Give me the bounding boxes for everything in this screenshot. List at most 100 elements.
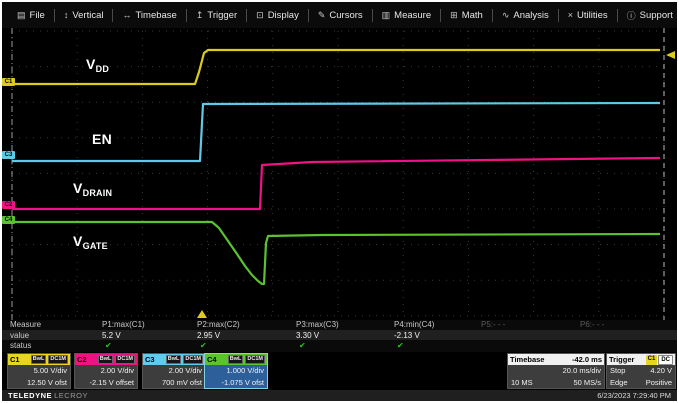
measure-param-1[interactable]: P1:max(C1) (102, 320, 145, 329)
channel-position-tab-c2[interactable]: C2 (2, 201, 15, 209)
menu-item-utilities[interactable]: ×Utilities (559, 10, 617, 21)
utilities-icon: × (568, 10, 573, 20)
menu-item-label: Support (640, 10, 673, 21)
oscilloscope-screenshot: ▤File↕Vertical↔Timebase↥Trigger⊡Display✎… (0, 0, 679, 403)
menu-item-label: Measure (394, 10, 431, 21)
brand-lecroy: LECROY (54, 391, 88, 400)
measure-value-4: -2.13 V (394, 331, 420, 340)
timebase-samples: 10 MS (511, 377, 533, 389)
cursors-icon: ✎ (318, 10, 326, 21)
channel-badge-bwl: BwL (98, 355, 114, 364)
analysis-icon: ∿ (502, 10, 510, 21)
menu-item-label: Math (462, 10, 483, 21)
timebase-icon: ↔ (122, 10, 131, 20)
trigger-level-marker[interactable] (666, 51, 675, 59)
channel-position-tab-c4[interactable]: C4 (2, 216, 15, 224)
trace-annotation-vgate: VGATE (73, 233, 108, 251)
timebase-header: Timebase -42.0 ms (508, 354, 604, 365)
trigger-time-marker[interactable] (197, 310, 207, 318)
measure-row-label-measure: Measure (10, 320, 41, 329)
measure-param-6[interactable]: P6:- - - (580, 320, 604, 329)
channel-position-tab-c3[interactable]: C3 (2, 151, 15, 159)
channel-descriptor-c2[interactable]: C2BwLDC1M2.00 V/div-2.15 V offset (74, 353, 138, 389)
menu-item-measure[interactable]: ▥Measure (373, 10, 440, 21)
datetime: 6/23/2023 7:29:40 PM (597, 391, 671, 400)
timebase-per-div: 20.0 ms/div (511, 365, 601, 377)
channel-id-label: C3 (145, 355, 164, 364)
channel-id-label: C4 (207, 355, 226, 364)
channel-id-label: C1 (10, 355, 29, 364)
channel-header-c1: C1BwLDC1M (8, 354, 70, 365)
trigger-icon: ↥ (196, 10, 204, 21)
menu-item-cursors[interactable]: ✎Cursors (309, 10, 372, 21)
channel-badge-bwl: BwL (228, 355, 244, 364)
menu-item-math[interactable]: ⊞Math (441, 10, 492, 21)
channel-badge-dc1m: DC1M (115, 355, 135, 364)
channel-offset: 700 mV ofst (146, 377, 202, 389)
status-bar: TELEDYNE LECROY 6/23/2023 7:29:40 PM (2, 390, 677, 401)
channel-offset: 12.50 V ofst (11, 377, 67, 389)
measure-value-1: 5.2 V (102, 331, 121, 340)
channel-header-c2: C2BwLDC1M (75, 354, 137, 365)
menu-item-analysis[interactable]: ∿Analysis (493, 10, 558, 21)
channel-badge-bwl: BwL (166, 355, 182, 364)
trigger-slope: Positive (646, 377, 672, 389)
trace-annotation-en: EN (92, 131, 112, 149)
measure-row-label-value: value (10, 331, 29, 340)
measure-param-4[interactable]: P4:min(C4) (394, 320, 434, 329)
scope-screen: ▤File↕Vertical↔Timebase↥Trigger⊡Display✎… (2, 2, 677, 401)
menu-item-vertical[interactable]: ↕Vertical (55, 10, 113, 21)
trigger-coupling-badge: DC (658, 355, 673, 365)
channel-volts-per-div: 1.000 V/div (208, 365, 264, 377)
measure-value-2: 2.95 V (197, 331, 220, 340)
trace-v_dd (12, 50, 660, 84)
channel-header-c3: C3BwLDC1M (143, 354, 205, 365)
trigger-type: Edge (610, 377, 628, 389)
channel-descriptor-c4[interactable]: C4BwLDC1M1.000 V/div-1.075 V ofst (204, 353, 268, 389)
support-icon: ⓘ (627, 9, 636, 22)
trigger-level: 4.20 V (650, 365, 672, 377)
trace-annotation-vdrain: VDRAIN (73, 180, 112, 198)
channel-offset: -2.15 V offset (78, 377, 134, 389)
timebase-rate: 50 MS/s (573, 377, 601, 389)
trace-annotation-vdd: VDD (86, 56, 109, 74)
measure-row-label-status: status (10, 341, 31, 350)
menu-item-file[interactable]: ▤File (8, 10, 54, 21)
channel-descriptor-c3[interactable]: C3BwLDC1M2.00 V/div700 mV ofst (142, 353, 206, 389)
descriptor-row: C1BwLDC1M5.00 V/div12.50 V ofstC2BwLDC1M… (2, 352, 677, 390)
menu-item-label: Cursors (329, 10, 362, 21)
timebase-delay: -42.0 ms (572, 355, 602, 364)
measure-status-4: ✔ (397, 341, 404, 350)
menu-item-label: Display (268, 10, 299, 21)
measure-param-5[interactable]: P5:- - - (481, 320, 505, 329)
timebase-title: Timebase (510, 355, 544, 364)
menu-item-display[interactable]: ⊡Display (247, 10, 308, 21)
measure-param-3[interactable]: P3:max(C3) (296, 320, 339, 329)
menu-item-label: Trigger (207, 10, 237, 21)
trigger-title: Trigger (609, 355, 634, 364)
channel-position-tab-c1[interactable]: C1 (2, 78, 15, 86)
measure-status-1: ✔ (105, 341, 112, 350)
channel-badge-dc1m: DC1M (245, 355, 265, 364)
channel-descriptor-c1[interactable]: C1BwLDC1M5.00 V/div12.50 V ofst (7, 353, 71, 389)
trigger-header: Trigger C1 DC (607, 354, 675, 365)
channel-volts-per-div: 2.00 V/div (78, 365, 134, 377)
channel-header-c4: C4BwLDC1M (205, 354, 267, 365)
measure-param-2[interactable]: P2:max(C2) (197, 320, 240, 329)
menu-item-label: Vertical (72, 10, 103, 21)
channel-badge-dc1m: DC1M (183, 355, 203, 364)
channel-volts-per-div: 2.00 V/div (146, 365, 202, 377)
trigger-source-badge: C1 (646, 355, 658, 365)
menu-item-label: File (30, 10, 45, 21)
channel-id-label: C2 (77, 355, 96, 364)
timebase-descriptor[interactable]: Timebase -42.0 ms 20.0 ms/div 10 MS 50 M… (507, 353, 605, 389)
measure-status-2: ✔ (200, 341, 207, 350)
menu-item-timebase[interactable]: ↔Timebase (113, 10, 185, 21)
channel-badge-dc1m: DC1M (48, 355, 68, 364)
menu-item-trigger[interactable]: ↥Trigger (187, 10, 246, 21)
channel-offset: -1.075 V ofst (208, 377, 264, 389)
menu-item-support[interactable]: ⓘ Support (618, 9, 677, 22)
trigger-descriptor[interactable]: Trigger C1 DC Stop 4.20 V Edge Positive (606, 353, 676, 389)
trace-v_gate (12, 222, 660, 284)
trigger-mode: Stop (610, 365, 625, 377)
